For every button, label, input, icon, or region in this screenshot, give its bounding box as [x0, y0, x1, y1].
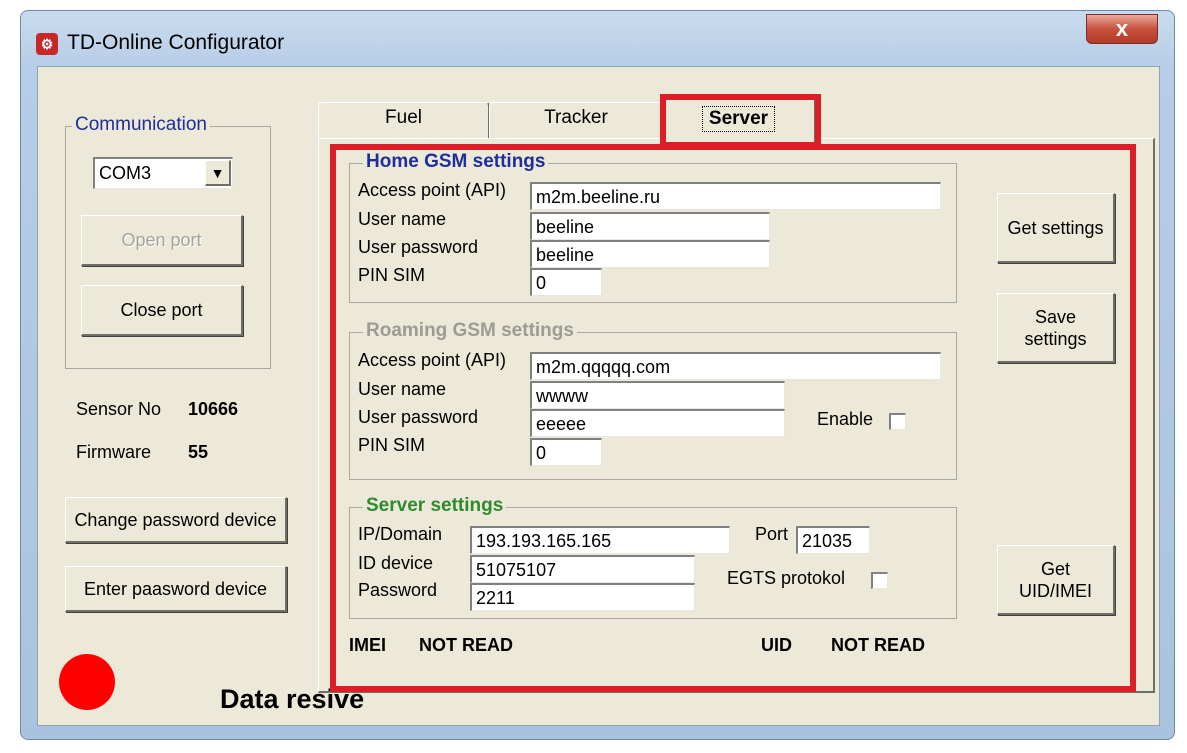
status-indicator: [59, 654, 115, 710]
change-password-button[interactable]: Change password device: [65, 497, 287, 543]
tab-tracker[interactable]: Tracker: [489, 102, 664, 139]
firmware-value: 55: [188, 442, 209, 462]
enter-password-button[interactable]: Enter paasword device: [65, 566, 287, 612]
chevron-down-icon[interactable]: ▼: [205, 160, 231, 186]
tab-fuel[interactable]: Fuel: [318, 102, 490, 139]
app-window: ⚙ TD-Online Configurator x Communication…: [20, 10, 1175, 740]
com-port-select[interactable]: COM3 ▼: [93, 157, 233, 189]
window-client-area: Communication COM3 ▼ Open port Close por…: [37, 66, 1160, 726]
server-tab-highlight: [660, 94, 821, 148]
communication-group: Communication COM3 ▼ Open port Close por…: [65, 114, 271, 369]
firmware-label: Firmware: [76, 442, 151, 462]
communication-legend: Communication: [72, 114, 210, 136]
app-icon: ⚙: [36, 33, 58, 55]
open-port-button[interactable]: Open port: [81, 215, 243, 266]
sensor-no-label: Sensor No: [76, 399, 162, 419]
window-title: TD-Online Configurator: [67, 31, 285, 54]
close-port-button[interactable]: Close port: [81, 285, 243, 336]
close-button[interactable]: x: [1086, 14, 1158, 44]
com-port-value: COM3: [99, 163, 152, 183]
server-panel-highlight: [330, 144, 1136, 692]
sensor-no-value: 10666: [188, 399, 239, 419]
